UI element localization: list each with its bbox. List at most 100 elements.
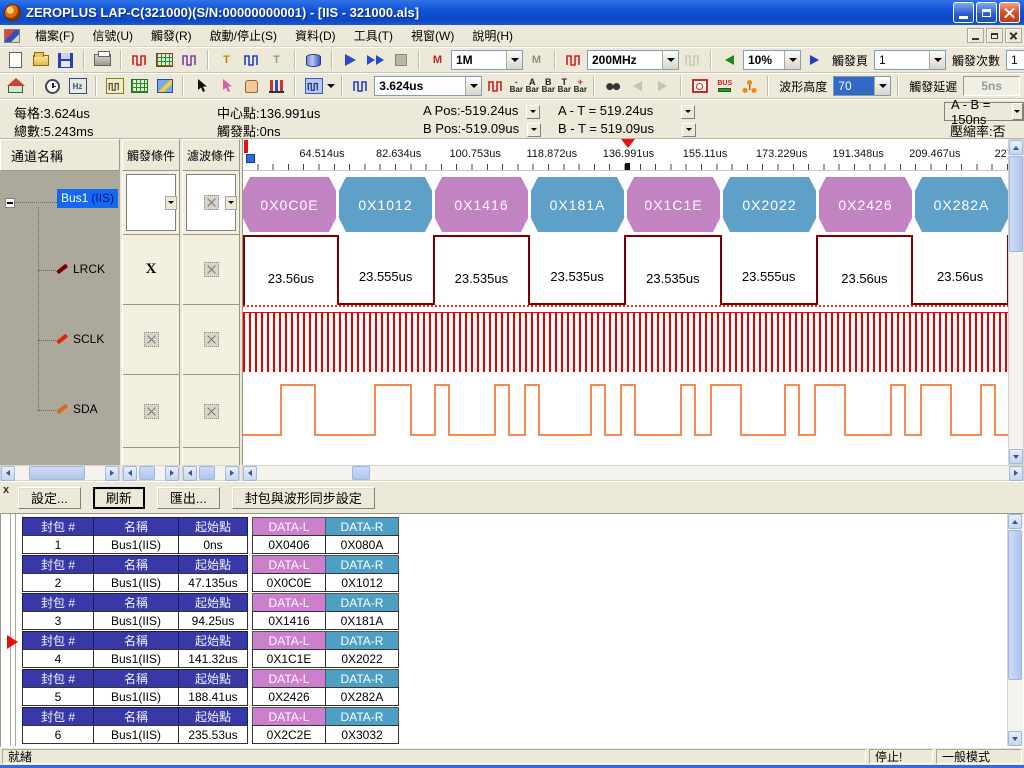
bus-value-segment[interactable]: 0X2022 (723, 177, 816, 232)
bus-value-segment[interactable]: 0X0C0E (243, 177, 336, 232)
find-prev-icon[interactable] (626, 75, 649, 97)
filter-cell-lrck[interactable] (183, 235, 239, 305)
open-file-icon[interactable] (29, 49, 52, 71)
select-cursor-icon[interactable] (190, 75, 213, 97)
timing-window-icon[interactable] (688, 75, 711, 97)
trigger-cell-sclk[interactable] (123, 305, 179, 375)
lrck-period-segment[interactable]: 23.56us (243, 235, 339, 305)
scroll-left-icon[interactable] (1, 466, 15, 481)
stop-icon[interactable] (389, 49, 412, 71)
restore-button[interactable] (976, 2, 997, 23)
bus-value-segment[interactable]: 0X282A (915, 177, 1008, 232)
trigger-page-icon[interactable]: T (265, 49, 288, 71)
trigger-cell-bus[interactable] (123, 171, 179, 235)
menu-tools[interactable]: 工具(T) (345, 24, 402, 47)
mdi-minimize-button[interactable] (967, 28, 984, 43)
trigger-right-icon[interactable] (803, 49, 826, 71)
sampling-setup-icon[interactable] (128, 49, 151, 71)
filter-cell-bus[interactable] (183, 171, 239, 235)
trigger-mark-icon[interactable]: T (215, 49, 238, 71)
b-t-dropdown-icon[interactable] (682, 123, 696, 137)
scroll-right-icon[interactable] (105, 466, 119, 481)
memory-page-icon[interactable]: M (525, 49, 548, 71)
home-icon[interactable] (4, 75, 27, 97)
clock-icon[interactable] (41, 75, 64, 97)
listing-view-icon[interactable] (128, 75, 151, 97)
wave-height-combo[interactable]: 70 (833, 76, 891, 96)
bar-minus-icon[interactable]: -Bar (509, 78, 523, 94)
trigger-count-combo[interactable]: 1 (1006, 50, 1024, 70)
marker-cursor-icon[interactable] (215, 75, 238, 97)
a-b-dropdown-icon[interactable] (1012, 103, 1023, 120)
channel-sda[interactable]: SDA (56, 402, 98, 416)
scroll-up-icon[interactable] (1009, 140, 1023, 155)
filter-h-scrollbar[interactable] (182, 465, 240, 481)
lrck-period-segment[interactable]: 23.56us (818, 235, 914, 305)
scroll-left-icon[interactable] (243, 466, 257, 481)
menu-run-stop[interactable]: 啟動/停止(S) (201, 24, 286, 47)
scroll-left-icon[interactable] (183, 466, 197, 481)
bus-value-segment[interactable]: 0X2426 (819, 177, 912, 232)
bar-plus-icon[interactable]: +Bar (573, 78, 587, 94)
scroll-down-icon[interactable] (1009, 449, 1023, 464)
wave-vertical-scrollbar[interactable] (1008, 139, 1024, 465)
packet-sync-button[interactable]: 封包與波形同步設定 (232, 487, 375, 509)
dropdown-arrow-icon[interactable] (662, 51, 678, 69)
packet-vertical-scrollbar[interactable] (1007, 514, 1023, 746)
lrck-period-segment[interactable]: 23.555us (722, 235, 818, 305)
lrck-period-segment[interactable]: 23.56us (913, 235, 1008, 305)
signal-setup-icon[interactable] (178, 49, 201, 71)
filter-cell-sda[interactable] (183, 375, 239, 448)
analyzer-icon[interactable] (302, 49, 325, 71)
dropdown-arrow-icon[interactable] (506, 51, 522, 69)
menu-trigger[interactable]: 觸發(R) (142, 24, 201, 47)
trigger-page-combo[interactable]: 1 (874, 50, 946, 70)
hand-tool-icon[interactable] (240, 75, 263, 97)
bus-value-segment[interactable]: 0X1012 (339, 177, 432, 232)
wave-mode-icon[interactable] (302, 75, 325, 97)
a-t-dropdown-icon[interactable] (681, 105, 695, 119)
scroll-left-icon[interactable] (123, 466, 137, 481)
scroll-thumb[interactable] (1009, 156, 1023, 252)
settings-button[interactable]: 設定... (18, 487, 81, 509)
lrck-period-segment[interactable]: 23.555us (339, 235, 435, 305)
names-h-scrollbar[interactable] (0, 465, 120, 481)
trigger-ratio-combo[interactable]: 10% (743, 50, 801, 70)
bar-b-icon[interactable]: BBar (541, 78, 555, 94)
trigger-cell-sda[interactable] (123, 375, 179, 448)
waveform-display[interactable]: 64.514us82.634us100.753us118.872us136.99… (242, 139, 1008, 465)
menu-signal[interactable]: 信號(U) (83, 24, 142, 47)
find-next-icon[interactable] (651, 75, 674, 97)
trigger-delay-field[interactable]: 5ns (963, 76, 1020, 96)
packet-group[interactable]: 封包 #名稱起始點DATA-LDATA-R3Bus1(IIS)94.25us0X… (23, 594, 399, 630)
packet-group[interactable]: 封包 #名稱起始點DATA-LDATA-R4Bus1(IIS)141.32us0… (23, 632, 399, 668)
trigger-left-icon[interactable] (718, 49, 741, 71)
new-file-icon[interactable] (4, 49, 27, 71)
navigator-icon[interactable] (153, 75, 176, 97)
trigger-cell-lrck[interactable]: X (123, 235, 179, 305)
scroll-up-icon[interactable] (1008, 514, 1022, 529)
close-button[interactable] (999, 2, 1020, 23)
a-pos-dropdown-icon[interactable] (526, 105, 540, 119)
packet-group[interactable]: 封包 #名稱起始點DATA-LDATA-R5Bus1(IIS)188.41us0… (23, 670, 399, 706)
mdi-restore-button[interactable] (986, 28, 1003, 43)
scroll-right-icon[interactable] (1009, 466, 1023, 481)
bus-value-segment[interactable]: 0X181A (531, 177, 624, 232)
menu-help[interactable]: 說明(H) (463, 24, 522, 47)
sda-waveform-row[interactable] (243, 375, 1008, 449)
wave-h-scrollbar[interactable] (242, 465, 1024, 481)
lrck-period-segment[interactable]: 23.535us (626, 235, 722, 305)
bus-value-segment[interactable]: 0X1416 (435, 177, 528, 232)
dropdown-arrow-icon[interactable] (929, 51, 945, 69)
bus-edit-icon[interactable] (153, 49, 176, 71)
bus-packet-icon[interactable]: BUS (713, 75, 736, 97)
zoom-scale-icon[interactable] (349, 75, 372, 97)
refresh-button[interactable]: 刷新 (93, 487, 145, 509)
menu-data[interactable]: 資料(D) (286, 24, 345, 47)
trigger-marker-icon[interactable] (621, 139, 635, 148)
panel-splitter[interactable] (10, 514, 16, 746)
node-tree-icon[interactable] (738, 75, 761, 97)
channel-sclk[interactable]: SCLK (56, 332, 104, 346)
memory-depth-icon[interactable]: M (426, 49, 449, 71)
tree-collapse-icon[interactable] (5, 198, 15, 208)
